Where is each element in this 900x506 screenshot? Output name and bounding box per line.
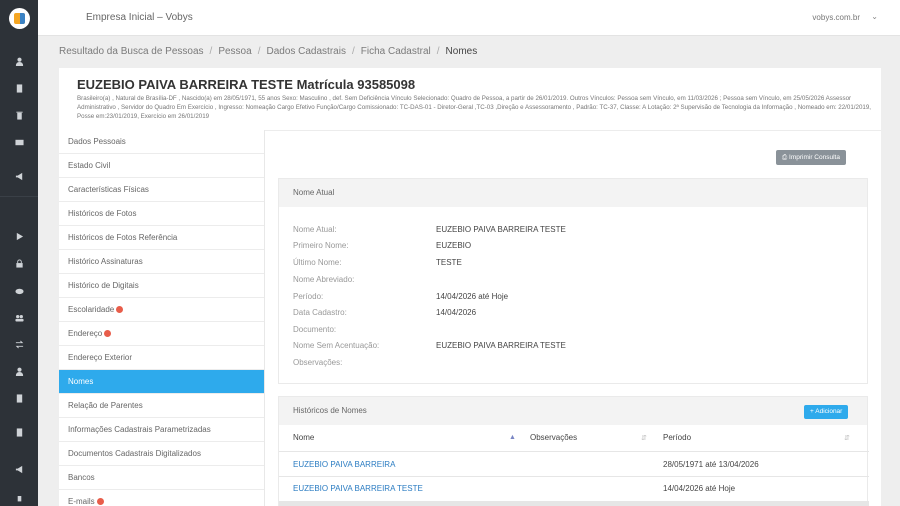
company-name[interactable]: Empresa Inicial – Vobys: [86, 12, 193, 23]
exchange-icon[interactable]: [0, 340, 38, 351]
column-header-observacoes[interactable]: Observações: [530, 425, 577, 451]
app-sidebar: [0, 0, 38, 506]
print-button[interactable]: ⎙ Imprimir Consulta: [776, 150, 846, 165]
field-row: Observações:: [293, 358, 342, 367]
announcement-icon[interactable]: [0, 465, 38, 476]
field-value: EUZEBIO: [436, 241, 472, 250]
field-label: Primeiro Nome:: [293, 241, 349, 250]
user-menu[interactable]: vobys.com.br: [812, 13, 860, 22]
megaphone-icon[interactable]: [0, 172, 38, 183]
field-label: Período:: [293, 292, 324, 301]
breadcrumb-item[interactable]: Dados Cadastrais: [266, 46, 345, 57]
user-icon[interactable]: [0, 57, 38, 68]
breadcrumb-item[interactable]: Pessoa: [218, 46, 251, 57]
menu-item-endereco-exterior[interactable]: Endereço Exterior: [59, 346, 264, 370]
app-logo[interactable]: [9, 8, 30, 29]
field-label: Último Nome:: [293, 258, 342, 267]
alert-icon: [116, 306, 124, 313]
column-header-nome[interactable]: Nome: [293, 425, 314, 451]
document-icon[interactable]: [0, 84, 38, 95]
lock-icon[interactable]: [0, 259, 38, 270]
field-label: Nome Sem Acentuação:: [293, 341, 380, 350]
panel-title: Históricos de Nomes: [279, 397, 867, 425]
chevron-down-icon[interactable]: ⌄: [871, 12, 878, 21]
breadcrumb: Resultado da Busca de Pessoas / Pessoa / D…: [59, 46, 478, 57]
menu-item-historicos-fotos-referencia[interactable]: Históricos de Fotos Referência: [59, 226, 264, 250]
menu-item-caracteristicas-fisicas[interactable]: Características Físicas: [59, 178, 264, 202]
menu-item-escolaridade[interactable]: Escolaridade: [59, 298, 264, 322]
person-header: EUZEBIO PAIVA BARREIRA TESTE Matrícula 9…: [59, 68, 881, 130]
field-value: 14/04/2026: [436, 308, 477, 317]
nome-atual-panel: Nome Atual Nome Atual: EUZEBIO PAIVA BARR…: [278, 178, 868, 384]
menu-item-historico-digitais[interactable]: Histórico de Digitais: [59, 274, 264, 298]
top-bar: Empresa Inicial – Vobys vobys.com.br ⌄: [38, 0, 900, 36]
menu-item-historicos-fotos[interactable]: Históricos de Fotos: [59, 202, 264, 226]
menu-item-informacoes-parametrizadas[interactable]: Informações Cadastrais Parametrizadas: [59, 418, 264, 442]
print-icon: ⎙: [782, 154, 788, 161]
menu-item-emails[interactable]: E-mails: [59, 490, 264, 506]
field-row: Nome Sem Acentuação: EUZEBIO PAIVA BARREI…: [293, 341, 566, 350]
calculator-alt-icon[interactable]: [0, 428, 38, 439]
field-label: Observações:: [293, 358, 343, 367]
breadcrumb-item[interactable]: Ficha Cadastral: [361, 46, 431, 57]
field-value: TESTE: [436, 258, 462, 267]
users-icon[interactable]: [0, 313, 38, 324]
table-cell-periodo: 28/05/1971 até 13/04/2026: [663, 460, 759, 469]
add-button[interactable]: + Adicionar: [804, 405, 849, 419]
sort-icon[interactable]: ⇵: [641, 434, 647, 442]
field-label: Nome Atual:: [293, 225, 337, 234]
field-label: Nome Abreviado:: [293, 275, 355, 284]
field-row: Primeiro Nome: EUZEBIO: [293, 241, 471, 250]
sort-asc-icon[interactable]: ▲: [509, 434, 516, 441]
field-label: Data Cadastro:: [293, 308, 347, 317]
person-info: Brasileiro(a) , Natural de Brasília-DF ,…: [77, 95, 871, 120]
user-alt-icon[interactable]: [0, 367, 38, 378]
table-cell-periodo: 14/04/2026 até Hoje: [663, 484, 736, 493]
section-menu: Dados Pessoais Estado Civil Característi…: [59, 130, 265, 506]
card-icon[interactable]: [0, 138, 38, 149]
breadcrumb-item[interactable]: Resultado da Busca de Pessoas: [59, 46, 204, 57]
field-label: Documento:: [293, 325, 337, 334]
menu-item-endereco[interactable]: Endereço: [59, 322, 264, 346]
menu-item-historico-assinaturas[interactable]: Histórico Assinaturas: [59, 250, 264, 274]
column-header-periodo[interactable]: Período: [663, 425, 691, 451]
panel-title: Nome Atual: [279, 179, 867, 207]
alert-icon: [104, 330, 112, 337]
calculator-icon[interactable]: [0, 394, 38, 405]
field-row: Nome Abreviado:: [293, 275, 354, 284]
menu-item-documentos-digitalizados[interactable]: Documentos Cadastrais Digitalizados: [59, 442, 264, 466]
table-cell-nome-link[interactable]: EUZEBIO PAIVA BARREIRA TESTE: [293, 484, 423, 493]
menu-item-estado-civil[interactable]: Estado Civil: [59, 154, 264, 178]
person-name: EUZEBIO PAIVA BARREIRA TESTE Matrícula 9…: [77, 77, 416, 92]
field-value: 14/04/2026 até Hoje: [436, 292, 509, 301]
field-row: Data Cadastro: 14/04/2026: [293, 308, 476, 317]
menu-item-nomes[interactable]: Nomes: [59, 370, 264, 394]
sort-icon[interactable]: ⇵: [844, 434, 850, 442]
cloud-upload-icon[interactable]: [0, 286, 38, 297]
field-row: Período: 14/04/2026 até Hoje: [293, 292, 508, 301]
menu-item-relacao-parentes[interactable]: Relação de Parentes: [59, 394, 264, 418]
table-cell-nome-link[interactable]: EUZEBIO PAIVA BARREIRA: [293, 460, 395, 469]
field-value: EUZEBIO PAIVA BARREIRA TESTE: [436, 341, 566, 350]
alert-icon: [96, 498, 104, 505]
field-value: EUZEBIO PAIVA BARREIRA TESTE: [436, 225, 566, 234]
menu-item-dados-pessoais[interactable]: Dados Pessoais: [59, 130, 264, 154]
trash-icon[interactable]: [0, 111, 38, 122]
historico-nomes-panel: Históricos de Nomes + Adicionar Nome ▲ O…: [278, 396, 869, 506]
sidebar-divider: [0, 196, 38, 197]
play-icon[interactable]: [0, 232, 38, 243]
field-row: Documento:: [293, 325, 336, 334]
main-content: ⎙ Imprimir Consulta Nome Atual Nome Atua…: [265, 130, 881, 506]
field-row: Último Nome: TESTE: [293, 258, 462, 267]
breadcrumb-current: Nomes: [445, 46, 478, 57]
thumbtack-icon[interactable]: [0, 496, 38, 506]
menu-item-bancos[interactable]: Bancos: [59, 466, 264, 490]
field-row: Nome Atual: EUZEBIO PAIVA BARREIRA TESTE: [293, 225, 566, 234]
